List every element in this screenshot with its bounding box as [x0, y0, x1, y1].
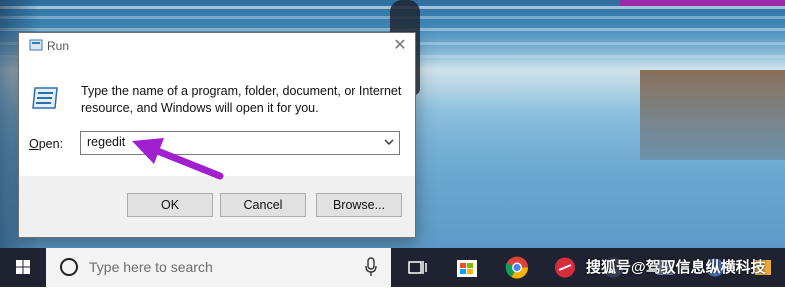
background-reflection: [640, 70, 785, 160]
dialog-description: Type the name of a program, folder, docu…: [81, 84, 402, 115]
search-input[interactable]: Type here to search: [89, 259, 213, 275]
run-icon: [29, 39, 43, 51]
run-icon: [32, 87, 58, 109]
start-button[interactable]: [0, 248, 46, 287]
taskbar: Type here to search 搜狐号@驾驭信息纵横科技: [0, 248, 785, 287]
chrome-icon: [505, 256, 528, 279]
dialog-footer: OK Cancel Browse...: [19, 176, 415, 237]
cancel-button[interactable]: Cancel: [220, 193, 306, 217]
title-bar[interactable]: Run ✕: [19, 33, 415, 59]
annotation-arrow: [132, 138, 224, 180]
search-box[interactable]: Type here to search: [46, 248, 391, 287]
store-icon: [457, 260, 477, 277]
open-label: Open:: [29, 137, 64, 151]
task-view-button[interactable]: [402, 248, 432, 287]
close-icon[interactable]: ✕: [385, 33, 415, 59]
ok-button[interactable]: OK: [127, 193, 213, 217]
task-view-icon: [408, 261, 427, 274]
browse-button[interactable]: Browse...: [316, 193, 402, 217]
windows-start-icon: [16, 260, 30, 274]
watermark: 搜狐号@驾驭信息纵横科技: [586, 259, 766, 276]
open-input[interactable]: regedit: [87, 135, 125, 149]
search-icon: [60, 258, 78, 276]
store-button[interactable]: [452, 248, 482, 287]
dialog-title: Run: [47, 39, 70, 53]
microphone-icon[interactable]: [364, 257, 378, 277]
taskbar-app[interactable]: [550, 248, 580, 287]
app-icon: [555, 257, 575, 278]
chevron-down-icon[interactable]: [383, 136, 395, 148]
chrome-button[interactable]: [502, 248, 532, 287]
